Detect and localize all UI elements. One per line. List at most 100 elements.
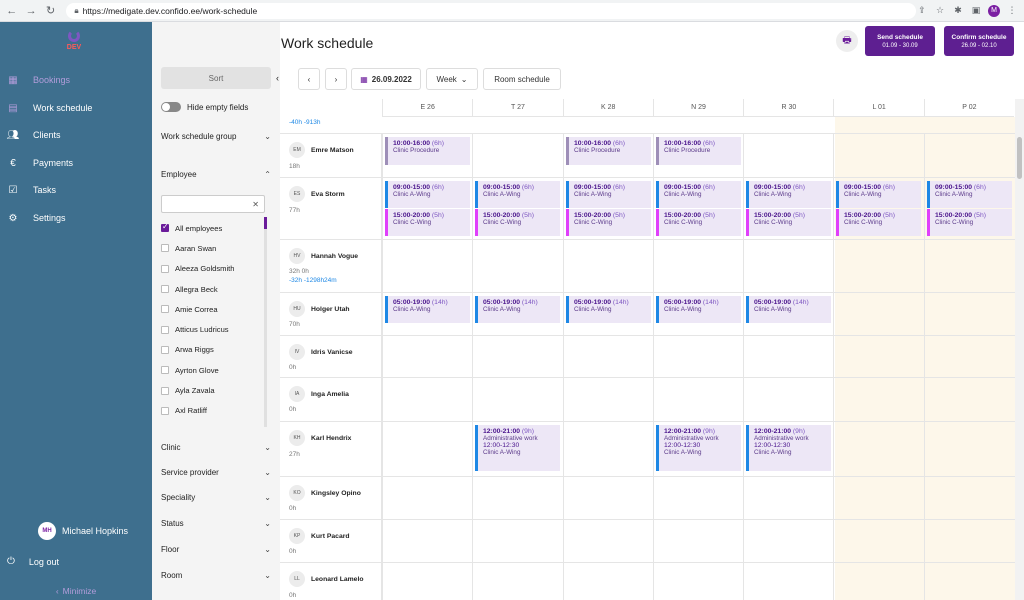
date-picker[interactable]: ▦ 26.09.2022 [351, 68, 421, 90]
sidebar-item-payments[interactable]: € Payments [0, 151, 152, 175]
star-icon[interactable]: ☆ [934, 5, 946, 17]
shift-block[interactable]: 12:00-21:00 (9h) Administrative work 12:00… [746, 425, 831, 471]
sidepanel-icon[interactable]: ▣ [970, 5, 982, 17]
shift-block[interactable]: 09:00-15:00 (6h) Clinic A-Wing [836, 181, 921, 208]
shift-block[interactable]: 09:00-15:00 (6h) Clinic A-Wing [927, 181, 1012, 208]
shift-block[interactable]: 09:00-15:00 (6h) Clinic A-Wing [746, 181, 831, 208]
filter-employee[interactable]: Employee ⌃ [161, 170, 271, 179]
shift-block[interactable]: 12:00-21:00 (9h) Administrative work 12:00… [475, 425, 560, 471]
schedule-scrollbar[interactable] [1015, 99, 1024, 600]
user-profile[interactable]: MH Michael Hopkins [38, 522, 128, 540]
shift-block[interactable]: 15:00-20:00 (5h) Clinic C-Wing [927, 209, 1012, 236]
filter-work-schedule-group[interactable]: Work schedule group ⌄ [161, 132, 271, 141]
sidebar-item-tasks[interactable]: ☑ Tasks [0, 178, 152, 202]
employee-option[interactable]: Aleeza Goldsmith [161, 259, 265, 279]
profile-avatar[interactable]: M [988, 4, 1000, 17]
shift-block[interactable]: 09:00-15:00 (6h) Clinic A-Wing [656, 181, 741, 208]
next-week-button[interactable]: › [325, 68, 347, 90]
shift-block[interactable]: 05:00-19:00 (14h) Clinic A-Wing [746, 296, 831, 323]
checkbox[interactable] [161, 325, 169, 334]
employee-cell[interactable]: HU Holger Utah 70h [280, 293, 382, 335]
send-schedule-button[interactable]: Send schedule 01.09 - 30.09 [865, 26, 935, 56]
employee-cell[interactable]: KP Kurt Pacard 0h [280, 520, 382, 562]
reload-icon[interactable]: ↻ [43, 3, 58, 19]
employee-cell[interactable]: KO Kingsley Opino 0h [280, 477, 382, 519]
back-icon[interactable]: ← [4, 3, 19, 19]
clear-icon[interactable]: ✕ [252, 200, 259, 209]
filter-clinic[interactable]: Clinic ⌄ [161, 443, 271, 452]
print-button[interactable]: 🖶︎ [836, 30, 858, 52]
room-schedule-button[interactable]: Room schedule [483, 68, 561, 90]
employee-search-input[interactable]: ✕ [161, 195, 265, 213]
employee-option[interactable]: Ayla Zavala [161, 380, 265, 400]
filter-service-provider[interactable]: Service provider ⌄ [161, 468, 271, 477]
address-bar[interactable]: 🔒︎ https://medigate.dev.confido.ee/work-… [66, 2, 916, 19]
shift-block[interactable]: 10:00-16:00 (6h) Clinic Procedure [566, 137, 651, 165]
shift-block[interactable]: 15:00-20:00 (5h) Clinic C-Wing [656, 209, 741, 236]
filter-room[interactable]: Room ⌄ [161, 571, 271, 580]
shift-block[interactable]: 05:00-19:00 (14h) Clinic A-Wing [566, 296, 651, 323]
shift-block[interactable]: 15:00-20:00 (5h) Clinic C-Wing [566, 209, 651, 236]
shift-block[interactable]: 05:00-19:00 (14h) Clinic A-Wing [385, 296, 470, 323]
employee-cell[interactable]: HV Hannah Vogue 32h 0h -32h -1298h24m [280, 240, 382, 292]
shift-block[interactable]: 15:00-20:00 (5h) Clinic C-Wing [385, 209, 470, 236]
employee-option[interactable]: Axl Ratliff [161, 401, 265, 421]
filter-floor[interactable]: Floor ⌄ [161, 545, 271, 554]
employee-cell[interactable]: IA Inga Amelia 0h [280, 378, 382, 421]
shift-block[interactable]: 09:00-15:00 (6h) Clinic A-Wing [385, 181, 470, 208]
sidebar-item-work-schedule[interactable]: ▤ Work schedule [0, 96, 152, 120]
employee-cell[interactable]: LL Leonard Lamelo 0h [280, 563, 382, 600]
sort-button[interactable]: Sort [161, 67, 271, 89]
filter-status[interactable]: Status ⌄ [161, 519, 271, 528]
employee-option[interactable]: All employees [161, 218, 265, 238]
collapse-filters-icon[interactable]: ‹ [276, 73, 279, 83]
employee-cell[interactable]: ES Eva Storm 77h [280, 178, 382, 239]
shift-block[interactable]: 09:00-15:00 (6h) Clinic A-Wing [475, 181, 560, 208]
employee-option-label: Axl Ratliff [175, 406, 207, 416]
employee-option[interactable]: Atticus Ludricus [161, 319, 265, 339]
confirm-schedule-button[interactable]: Confirm schedule 26.09 - 02.10 [944, 26, 1014, 56]
checkbox[interactable] [161, 366, 169, 375]
checkbox[interactable] [161, 264, 169, 273]
employee-cell[interactable]: EM Emre Matson 18h [280, 134, 382, 177]
menu-icon[interactable]: ⋮ [1006, 5, 1018, 17]
checkbox[interactable] [161, 285, 169, 294]
minimize-button[interactable]: ‹ Minimize [0, 582, 152, 600]
shift-block[interactable]: 15:00-20:00 (5h) Clinic C-Wing [836, 209, 921, 236]
shift-block[interactable]: 09:00-15:00 (6h) Clinic A-Wing [566, 181, 651, 208]
employee-option[interactable]: Allegra Beck [161, 279, 265, 299]
employee-option[interactable]: Arwa Riggs [161, 340, 265, 360]
employee-option[interactable]: Aaran Swan [161, 238, 265, 258]
shift-block[interactable]: 12:00-21:00 (9h) Administrative work 12:00… [656, 425, 741, 471]
shift-block[interactable]: 10:00-16:00 (6h) Clinic Procedure [656, 137, 741, 165]
logout-button[interactable]: ⏻ Log out [7, 556, 59, 567]
checkbox-checked[interactable] [161, 222, 169, 233]
checkbox[interactable] [161, 345, 169, 354]
shift-block[interactable]: 10:00-16:00 (6h) Clinic Procedure [385, 137, 470, 165]
app-logo[interactable]: DEV [64, 30, 84, 51]
shift-block[interactable]: 15:00-20:00 (5h) Clinic C-Wing [746, 209, 831, 236]
shift-block[interactable]: 05:00-19:00 (14h) Clinic A-Wing [475, 296, 560, 323]
checkbox[interactable] [161, 305, 169, 314]
prev-week-button[interactable]: ‹ [298, 68, 320, 90]
employee-cell[interactable]: KH Karl Hendrix 27h [280, 422, 382, 476]
shift-block[interactable]: 15:00-20:00 (5h) Clinic C-Wing [475, 209, 560, 236]
checkbox[interactable] [161, 386, 169, 395]
share-icon[interactable]: ⇪ [916, 5, 928, 17]
employee-cell[interactable]: IV Idris Vanicse 0h [280, 336, 382, 377]
employee-list-scrollbar[interactable] [264, 217, 267, 427]
employee-option[interactable]: Ayrton Glove [161, 360, 265, 380]
forward-icon[interactable]: → [23, 3, 38, 19]
checkbox[interactable] [161, 244, 169, 253]
checkbox[interactable] [161, 406, 169, 415]
view-select[interactable]: Week ⌄ [426, 68, 478, 90]
sidebar-item-bookings[interactable]: ▦ Bookings [0, 68, 152, 92]
sidebar-item-settings[interactable]: ⚙ Settings [0, 206, 152, 230]
extensions-icon[interactable]: ✱ [952, 5, 964, 17]
sidebar-item-clients[interactable]: 👥︎ Clients [0, 123, 152, 147]
filter-speciality[interactable]: Speciality ⌄ [161, 493, 271, 502]
employee-option[interactable]: Amie Correa [161, 299, 265, 319]
hide-empty-toggle-row[interactable]: Hide empty fields [161, 102, 248, 112]
hide-empty-toggle[interactable] [161, 102, 181, 112]
shift-block[interactable]: 05:00-19:00 (14h) Clinic A-Wing [656, 296, 741, 323]
